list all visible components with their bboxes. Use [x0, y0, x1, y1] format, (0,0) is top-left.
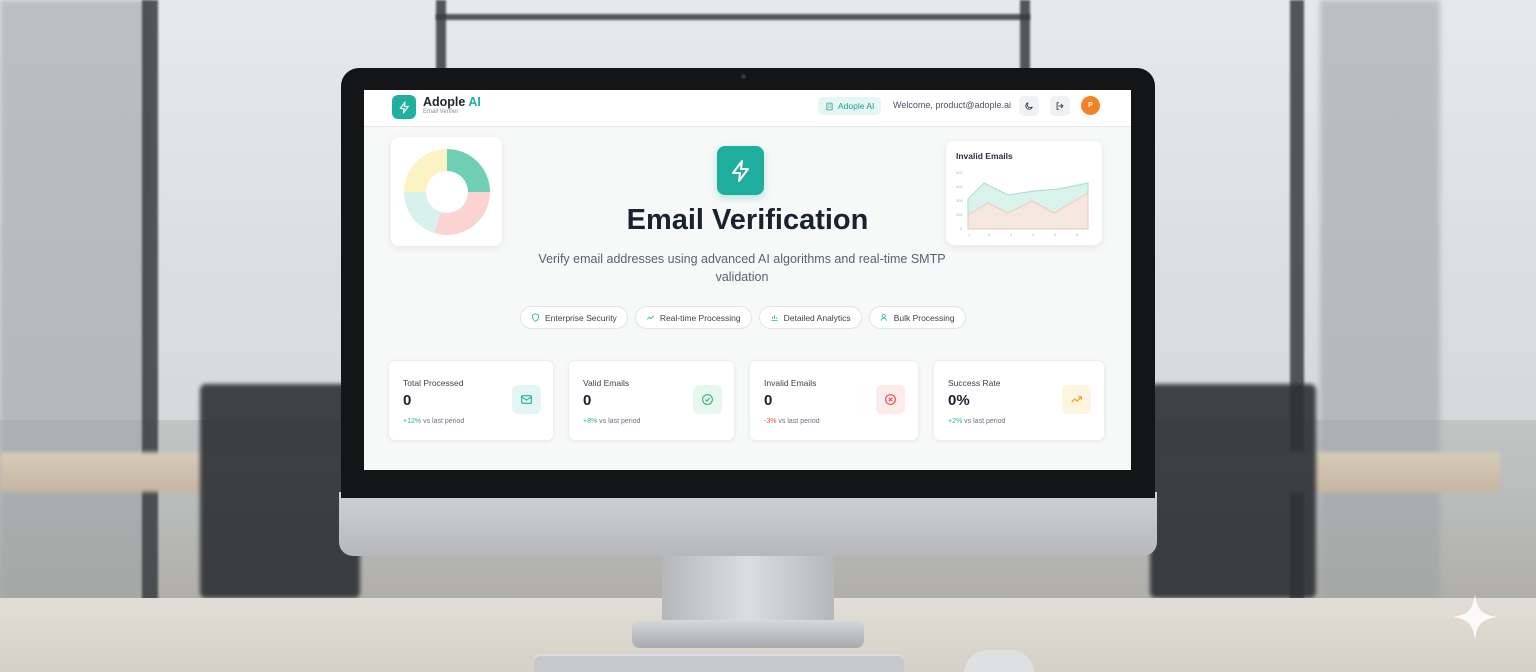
stat-card-valid-emails: Valid Emails 0 +8% vs last period: [568, 360, 735, 441]
logout-button[interactable]: [1050, 96, 1070, 116]
brand-name: Adople AI: [423, 95, 481, 109]
page-title: Email Verification: [626, 204, 869, 236]
stat-value: 0: [403, 392, 412, 409]
feature-pills: Enterprise Security Real-time Processing…: [520, 306, 966, 329]
svg-text:400: 400: [956, 184, 963, 189]
stat-label: Success Rate: [948, 378, 1001, 388]
feature-pill-real-time-processing: Real-time Processing: [634, 306, 752, 329]
window-frame: [1020, 0, 1030, 70]
lightning-icon: [731, 159, 749, 182]
stat-value: 0: [583, 392, 592, 409]
trending-up-icon: [1071, 396, 1082, 403]
window-frame: [436, 0, 446, 70]
monitor-chin: [339, 492, 1157, 556]
window-frame: [436, 14, 1030, 20]
x-circle-icon: [885, 394, 896, 405]
brand-accent: AI: [468, 95, 481, 109]
stat-change: -3% vs last period: [764, 418, 820, 425]
feature-pill-bulk-processing: Bulk Processing: [868, 306, 966, 329]
stat-change-suffix: vs last period: [964, 418, 1006, 425]
logout-icon: [1056, 102, 1064, 110]
brand-subtitle: Email Verifier: [423, 109, 459, 115]
stat-change-suffix: vs last period: [778, 418, 820, 425]
stat-label: Total Processed: [403, 378, 464, 388]
background-column: [0, 0, 150, 600]
top-navigation-bar: Adople AI Email Verifier Adople AI Welco…: [364, 90, 1131, 127]
stat-icon-badge: [512, 385, 541, 414]
stat-value: 0: [764, 392, 773, 409]
mail-icon: [521, 395, 532, 404]
shield-icon: [532, 313, 539, 322]
feature-label: Enterprise Security: [545, 312, 617, 323]
moon-icon: [1025, 102, 1033, 110]
building-icon: [826, 102, 833, 110]
keyboard: [534, 654, 904, 672]
feature-pill-detailed-analytics: Detailed Analytics: [758, 306, 862, 329]
donut-segment: [404, 149, 447, 192]
stat-icon-badge: [876, 385, 905, 414]
camera-icon: [741, 74, 746, 79]
stat-value: 0%: [948, 392, 970, 409]
feature-label: Detailed Analytics: [783, 312, 851, 323]
stat-change: +2% vs last period: [948, 418, 1005, 425]
logo[interactable]: [392, 95, 416, 119]
bar-chart-icon: [771, 315, 778, 321]
stat-card-invalid-emails: Invalid Emails 0 -3% vs last period: [749, 360, 919, 441]
feature-pill-enterprise-security: Enterprise Security: [520, 306, 628, 329]
hero-lightning-badge: [717, 146, 764, 195]
stat-change-suffix: vs last period: [423, 418, 465, 425]
stat-change-value: +8%: [583, 418, 598, 425]
stat-change: +8% vs last period: [583, 418, 640, 425]
avatar[interactable]: P: [1081, 96, 1100, 115]
welcome-text: Welcome, product@adople.ai: [893, 100, 1012, 110]
stat-change-value: +2%: [948, 418, 963, 425]
window-frame: [142, 0, 158, 600]
feature-label: Bulk Processing: [893, 312, 955, 323]
stat-icon-badge: [693, 385, 722, 414]
trend-icon: [646, 315, 654, 320]
sparkle-icon: [1452, 594, 1498, 640]
stat-card-success-rate: Success Rate 0% +2% vs last period: [933, 360, 1105, 441]
donut-segment: [447, 149, 490, 192]
users-icon: [880, 314, 887, 321]
stat-card-total-processed: Total Processed 0 +12% vs last period: [388, 360, 554, 441]
check-circle-icon: [702, 394, 713, 405]
organization-badge[interactable]: Adople AI: [818, 97, 882, 115]
stat-icon-badge: [1062, 385, 1091, 414]
stat-label: Valid Emails: [583, 378, 630, 388]
stat-label: Invalid Emails: [764, 378, 817, 388]
page-description: Verify email addresses using advanced AI…: [538, 252, 946, 284]
stat-change-value: -3%: [764, 418, 777, 425]
mouse: [964, 650, 1034, 672]
background-column: [1320, 0, 1440, 600]
svg-text:300: 300: [956, 198, 963, 203]
lightning-icon: [399, 100, 409, 114]
stat-change-value: +12%: [403, 418, 422, 425]
monitor-stand: [662, 556, 834, 626]
monitor-stand-base: [632, 620, 864, 648]
stat-change: +12% vs last period: [403, 418, 464, 425]
background-chair: [1150, 384, 1316, 598]
stat-change-suffix: vs last period: [599, 418, 641, 425]
feature-label: Real-time Processing: [659, 312, 741, 323]
app-screen: Adople AI Email Verifier Adople AI Welco…: [364, 90, 1131, 470]
theme-toggle-button[interactable]: [1019, 96, 1039, 116]
organization-name: Adople AI: [838, 101, 875, 111]
svg-text:600: 600: [956, 170, 963, 175]
background-chair: [200, 384, 360, 598]
